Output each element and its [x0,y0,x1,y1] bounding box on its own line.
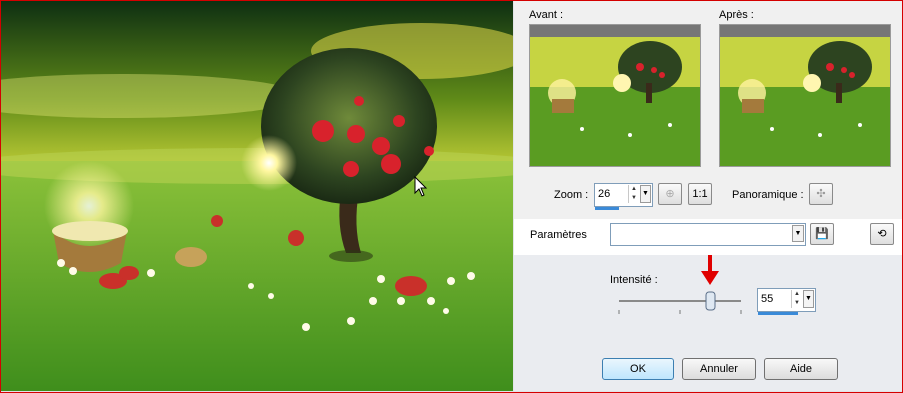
slider-thumb-icon[interactable] [705,291,716,311]
ok-button[interactable]: OK [602,358,674,380]
zoom-slider-indicator[interactable] [595,207,619,210]
settings-label: Paramètres [530,229,587,241]
after-preview-image [720,25,890,166]
spin-up-icon[interactable]: ▲ [629,185,639,194]
red-arrow-icon [701,255,719,285]
spin-down-icon[interactable]: ▼ [629,194,639,203]
zoom-value[interactable]: 26 [598,188,610,200]
before-preview[interactable] [529,24,701,167]
dropdown-icon[interactable]: ▼ [640,185,651,203]
zoom-label: Zoom : [554,189,589,201]
intensity-slider-indicator[interactable] [758,312,798,315]
help-button[interactable]: Aide [764,358,838,380]
dropdown-icon[interactable]: ▼ [792,225,804,242]
settings-preset-select[interactable]: ▼ [610,223,806,246]
after-label: Après : [719,9,754,21]
zoom-spinner[interactable]: 26 ▲ ▼ ▼ [594,183,653,210]
spin-down-icon[interactable]: ▼ [792,299,802,308]
intensity-value[interactable]: 55 [761,293,773,305]
intensity-spin-arrows[interactable]: ▲ ▼ [791,290,802,308]
load-preset-icon[interactable]: ⟲ [870,223,894,245]
save-icon[interactable]: 💾 [810,223,834,245]
intensity-slider[interactable] [617,253,747,315]
fantasy-landscape-image [1,1,513,391]
before-preview-image [530,25,700,166]
main-image-preview[interactable] [1,1,513,391]
cancel-button[interactable]: Annuler [682,358,756,380]
effect-settings-panel: Avant : Après : Zoom: 26 ▲ ▼ ▼ ⊕ 1:1 Pa… [514,1,902,391]
dropdown-icon[interactable]: ▼ [803,290,814,308]
pan-icon[interactable]: ✣ [809,183,833,205]
zoom-spin-arrows[interactable]: ▲ ▼ [628,185,639,203]
spin-up-icon[interactable]: ▲ [792,290,802,299]
reset-zoom-icon[interactable]: ⊕ [658,183,682,205]
before-label: Avant : [529,9,564,21]
actual-size-icon[interactable]: 1:1 [688,183,712,205]
pan-label: Panoramique : [732,189,804,201]
after-preview[interactable] [719,24,891,167]
intensity-spinner[interactable]: 55 ▲ ▼ ▼ [757,288,816,315]
